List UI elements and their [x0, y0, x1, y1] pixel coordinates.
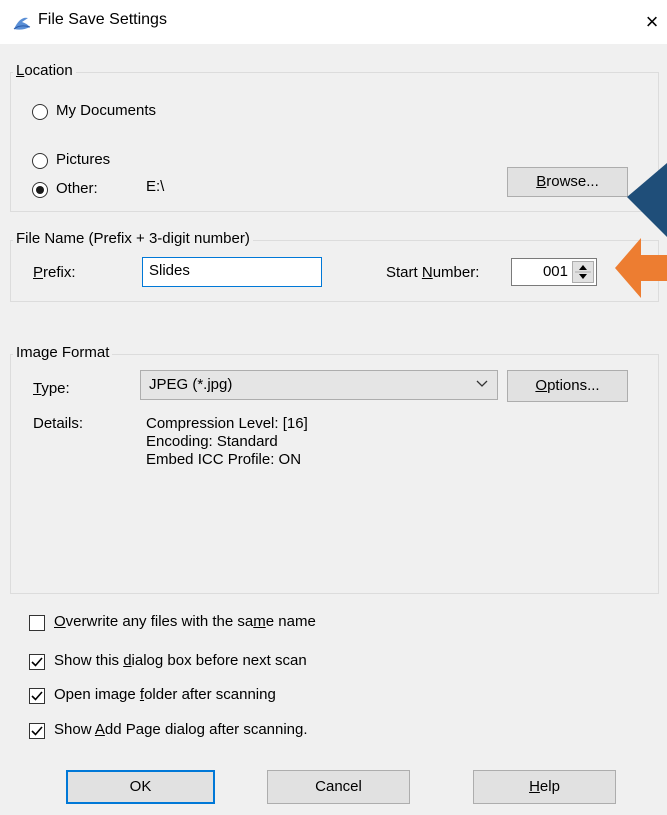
- show-dialog-checkbox[interactable]: [29, 654, 45, 670]
- details-line-compression: Compression Level: [16]: [146, 415, 308, 432]
- radio-pictures[interactable]: [32, 153, 48, 169]
- radio-other-label[interactable]: Other:: [56, 180, 98, 197]
- details-line-encoding: Encoding: Standard: [146, 433, 278, 450]
- radio-my-documents-label[interactable]: My Documents: [56, 102, 156, 119]
- orange-arrow-icon: [615, 238, 667, 302]
- file-name-group-label: File Name (Prefix + 3-digit number): [13, 230, 253, 247]
- radio-pictures-label[interactable]: Pictures: [56, 151, 110, 168]
- type-select[interactable]: JPEG (*.jpg): [140, 370, 498, 400]
- add-page-checkbox-label[interactable]: Show Add Page dialog after scanning.: [54, 721, 308, 738]
- browse-button[interactable]: Browse...: [507, 167, 628, 197]
- image-format-group-label: Image Format: [13, 344, 113, 361]
- start-number-label: Start Number:: [386, 264, 480, 281]
- blue-arrow-icon: [627, 161, 667, 243]
- start-number-spinner[interactable]: 001: [511, 258, 597, 286]
- other-path: E:\: [146, 178, 165, 195]
- start-number-value[interactable]: 001: [543, 263, 568, 280]
- cancel-button[interactable]: Cancel: [267, 770, 410, 804]
- help-button[interactable]: Help: [473, 770, 616, 804]
- prefix-input[interactable]: Slides: [142, 257, 322, 287]
- radio-other[interactable]: [32, 182, 48, 198]
- close-icon[interactable]: ×: [640, 8, 664, 36]
- location-group-label: Location: [13, 62, 76, 79]
- overwrite-checkbox[interactable]: [29, 615, 45, 631]
- prefix-label: Prefix:: [33, 264, 76, 281]
- spinner-arrows-icon[interactable]: [572, 261, 594, 283]
- add-page-checkbox[interactable]: [29, 723, 45, 739]
- open-folder-checkbox-label[interactable]: Open image folder after scanning: [54, 686, 276, 703]
- show-dialog-checkbox-label[interactable]: Show this dialog box before next scan: [54, 652, 307, 669]
- window-title: File Save Settings: [38, 11, 167, 28]
- type-select-value: JPEG (*.jpg): [149, 376, 233, 393]
- type-label: Type:: [33, 380, 70, 397]
- radio-my-documents[interactable]: [32, 104, 48, 120]
- overwrite-checkbox-label[interactable]: Overwrite any files with the same name: [54, 613, 316, 630]
- ok-button[interactable]: OK: [66, 770, 215, 804]
- options-button[interactable]: Options...: [507, 370, 628, 402]
- details-line-icc: Embed ICC Profile: ON: [146, 451, 302, 468]
- details-label: Details:: [33, 415, 84, 432]
- app-icon: [12, 14, 32, 34]
- chevron-down-icon: [475, 377, 489, 395]
- details-text: Compression Level: [16] Encoding: Standa…: [146, 415, 308, 469]
- open-folder-checkbox[interactable]: [29, 688, 45, 704]
